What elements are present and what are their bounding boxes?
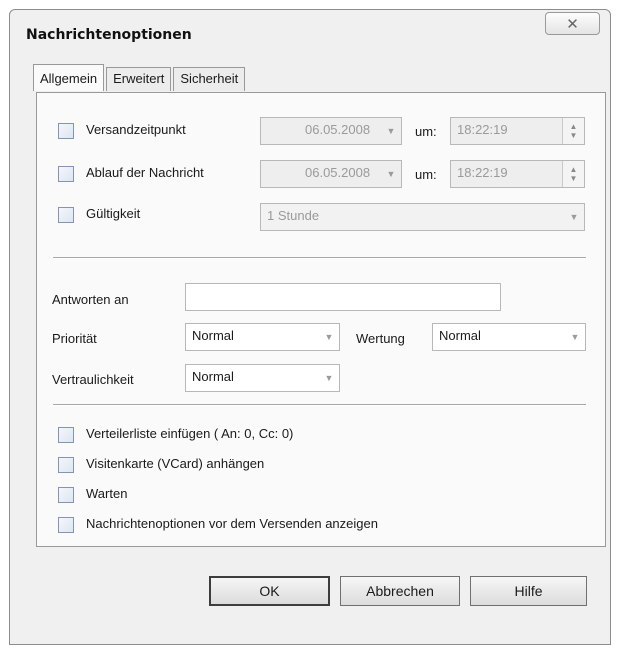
- gueltigkeit-select[interactable]: 1 Stunde ▼: [260, 203, 585, 231]
- ok-button[interactable]: OK: [209, 576, 330, 606]
- antworten-label: Antworten an: [52, 292, 129, 307]
- versand-at-label: um:: [415, 124, 437, 139]
- verteilerliste-label: Verteilerliste einfügen ( An: 0, Cc: 0): [86, 426, 294, 441]
- tab-bar: Allgemein Erweitert Sicherheit: [33, 64, 247, 91]
- versand-time-field[interactable]: 18:22:19 ▲ ▼: [450, 117, 585, 145]
- ablauf-time-field[interactable]: 18:22:19 ▲ ▼: [450, 160, 585, 188]
- dialog-title: Nachrichtenoptionen: [26, 27, 192, 43]
- ablauf-checkbox[interactable]: [58, 166, 74, 182]
- ablauf-at-label: um:: [415, 167, 437, 182]
- gueltigkeit-checkbox[interactable]: [58, 207, 74, 223]
- spin-updown-icon[interactable]: ▲ ▼: [562, 118, 584, 144]
- verteilerliste-checkbox[interactable]: [58, 427, 74, 443]
- prioritaet-value: Normal: [192, 328, 234, 343]
- separator: [53, 404, 586, 406]
- ablauf-date-field[interactable]: 06.05.2008 ▼: [260, 160, 402, 188]
- versandzeitpunkt-label: Versandzeitpunkt: [86, 122, 186, 137]
- visitenkarte-label: Visitenkarte (VCard) anhängen: [86, 456, 265, 471]
- visitenkarte-checkbox[interactable]: [58, 457, 74, 473]
- chevron-down-icon[interactable]: ▼: [381, 161, 401, 187]
- gueltigkeit-label: Gültigkeit: [86, 206, 141, 221]
- close-icon: ✕: [566, 15, 579, 33]
- vertraulichkeit-label: Vertraulichkeit: [52, 372, 134, 387]
- tab-sicherheit[interactable]: Sicherheit: [173, 67, 246, 91]
- optionen-anzeigen-label: Nachrichtenoptionen vor dem Versenden an…: [86, 516, 378, 531]
- prioritaet-select[interactable]: Normal ▼: [185, 323, 340, 351]
- separator: [53, 257, 586, 259]
- chevron-down-icon[interactable]: ▼: [565, 324, 585, 350]
- vertraulichkeit-select[interactable]: Normal ▼: [185, 364, 340, 392]
- versand-date-value: 06.05.2008: [305, 122, 371, 137]
- cancel-button[interactable]: Abbrechen: [340, 576, 460, 606]
- close-button[interactable]: ✕: [545, 12, 600, 35]
- wertung-select[interactable]: Normal ▼: [432, 323, 586, 351]
- chevron-down-icon[interactable]: ▼: [381, 118, 401, 144]
- gueltigkeit-value: 1 Stunde: [267, 208, 320, 223]
- ablauf-date-value: 06.05.2008: [305, 165, 371, 180]
- chevron-down-icon[interactable]: ▼: [564, 204, 584, 230]
- tab-allgemein[interactable]: Allgemein: [33, 64, 105, 91]
- antworten-input[interactable]: [185, 283, 501, 311]
- optionen-anzeigen-checkbox[interactable]: [58, 517, 74, 533]
- wertung-value: Normal: [439, 328, 481, 343]
- spin-updown-icon[interactable]: ▲ ▼: [562, 161, 584, 187]
- ablauf-time-value: 18:22:19: [457, 165, 508, 180]
- chevron-down-icon[interactable]: ▼: [319, 324, 339, 350]
- help-button[interactable]: Hilfe: [470, 576, 587, 606]
- versandzeitpunkt-checkbox[interactable]: [58, 123, 74, 139]
- warten-label: Warten: [86, 486, 128, 501]
- chevron-down-icon[interactable]: ▼: [319, 365, 339, 391]
- warten-checkbox[interactable]: [58, 487, 74, 503]
- ablauf-label: Ablauf der Nachricht: [86, 165, 204, 180]
- versand-date-field[interactable]: 06.05.2008 ▼: [260, 117, 402, 145]
- versand-time-value: 18:22:19: [457, 122, 508, 137]
- prioritaet-label: Priorität: [52, 331, 97, 346]
- vertraulichkeit-value: Normal: [192, 369, 234, 384]
- tab-erweitert[interactable]: Erweitert: [106, 67, 172, 91]
- wertung-label: Wertung: [356, 331, 405, 346]
